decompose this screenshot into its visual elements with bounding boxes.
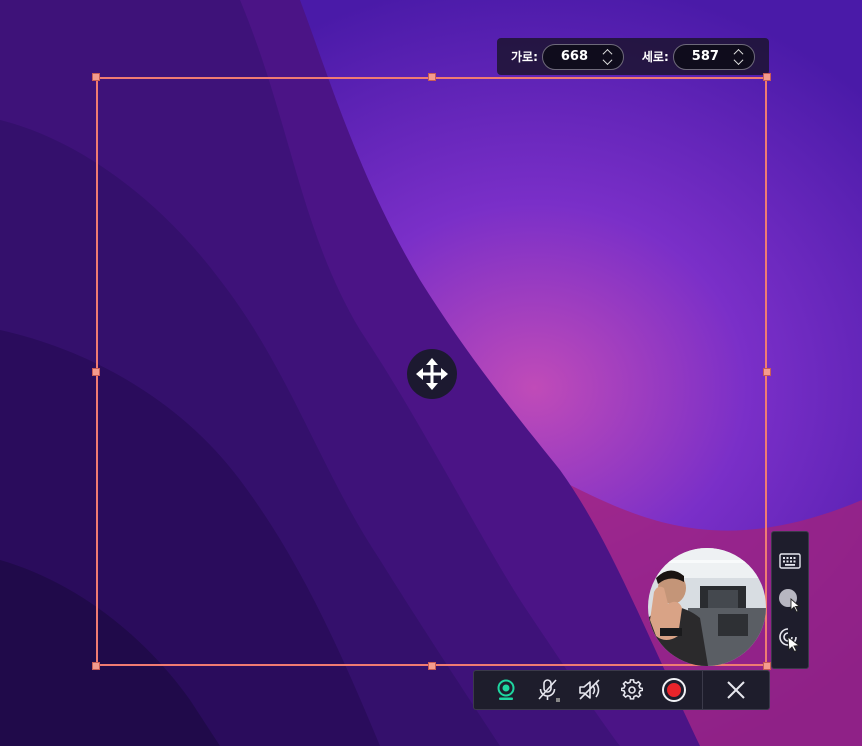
move-arrows-icon [416,358,448,390]
resize-handle-bottom[interactable] [428,662,436,670]
click-effect-icon [779,627,801,652]
keyboard-icon [779,553,801,570]
resize-handle-right[interactable] [763,368,771,376]
height-value[interactable]: 587 [692,49,719,64]
resize-handle-bottom-right[interactable] [763,662,771,670]
height-input[interactable]: 587 [672,43,755,70]
resize-handle-top[interactable] [428,73,436,81]
resize-handle-top-right[interactable] [763,73,771,81]
width-input[interactable]: 668 [541,43,624,70]
resize-handle-top-left[interactable] [92,73,100,81]
record-icon [662,678,686,702]
record-button[interactable] [656,672,692,708]
keyboard-display-button[interactable] [776,547,804,575]
webcam-toggle-button[interactable] [488,672,524,708]
capture-size-panel: 가로: 668 세로: 587 [497,38,769,75]
move-region-button[interactable] [407,349,457,399]
width-value[interactable]: 668 [561,49,588,64]
recording-toolbar [473,670,770,710]
settings-button[interactable] [614,672,650,708]
cursor-highlight-button[interactable] [776,586,804,614]
cursor-highlight-icon [779,588,801,613]
system-audio-toggle-button[interactable] [572,672,608,708]
width-label: 가로: [511,50,538,64]
close-button[interactable] [718,672,754,708]
webcam-preview[interactable] [648,548,766,666]
side-toolbar [771,531,809,669]
height-label: 세로: [641,50,669,64]
resize-handle-left[interactable] [92,368,100,376]
webcam-video-frame [648,548,766,666]
resize-handle-bottom-left[interactable] [92,662,100,670]
microphone-toggle-button[interactable] [530,672,566,708]
webcam-icon [497,679,515,700]
width-stepper[interactable] [602,48,613,65]
close-icon [727,681,745,699]
click-effect-button[interactable] [776,625,804,653]
height-stepper[interactable] [733,48,744,65]
gear-icon [621,679,643,700]
mic-muted-icon [538,679,560,702]
speaker-muted-icon [579,679,600,700]
